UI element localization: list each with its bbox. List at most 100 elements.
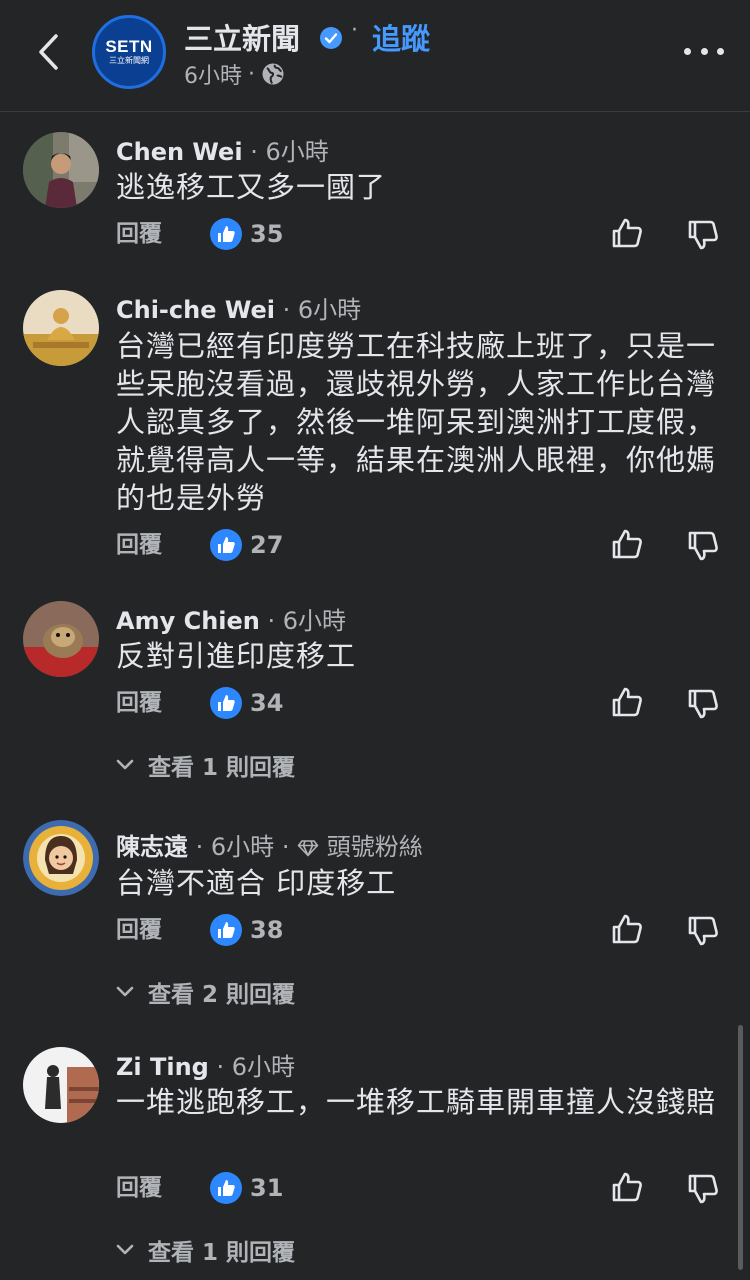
comment-author[interactable]: Amy Chien xyxy=(116,607,260,635)
like-count[interactable]: 31 xyxy=(210,1172,283,1204)
meta-separator: · xyxy=(216,1053,232,1081)
comment-actions: 回覆 27 xyxy=(116,527,730,563)
like-badge xyxy=(210,687,242,719)
comment-author-line: Chi-che Wei · 6小時 xyxy=(116,290,361,325)
globe-icon xyxy=(262,63,284,85)
like-badge xyxy=(210,914,242,946)
comment-actions: 回覆 35 xyxy=(116,216,730,252)
comment-text: 台灣已經有印度勞工在科技廠上班了，只是一些呆胞沒看過，還歧視外勞，人家工作比台灣… xyxy=(116,329,717,515)
comment-author-line: Zi Ting · 6小時 xyxy=(116,1047,295,1082)
more-dot xyxy=(700,47,708,55)
thumbs-down-icon[interactable] xyxy=(686,1172,720,1206)
reply-button[interactable]: 回覆 xyxy=(116,685,162,721)
comment-author-line: 陳志遠 · 6小時 · 頭號粉絲 xyxy=(116,827,423,862)
like-badge xyxy=(210,218,242,250)
avatar[interactable] xyxy=(23,820,99,896)
top-fan-badge: 頭號粉絲 xyxy=(326,833,423,861)
logo-subtext: 三立新聞網 xyxy=(109,56,149,65)
reply-button[interactable]: 回覆 xyxy=(116,912,162,948)
like-number: 35 xyxy=(250,220,284,248)
like-count[interactable]: 34 xyxy=(210,687,283,719)
separator-dot: · xyxy=(351,18,358,43)
like-number: 27 xyxy=(250,531,284,559)
more-options-button[interactable] xyxy=(684,38,724,64)
comment-actions: 回覆 31 xyxy=(116,1170,730,1206)
verified-badge-icon xyxy=(320,27,342,49)
meta-separator: · xyxy=(282,296,298,324)
more-dot xyxy=(717,47,724,55)
comment-author[interactable]: 陳志遠 xyxy=(116,833,188,861)
meta-separator: · xyxy=(281,833,298,861)
thumbs-up-icon[interactable] xyxy=(610,1170,644,1204)
comment-text: 一堆逃跑移工，一堆移工騎車開車撞人沒錢賠 xyxy=(116,1085,717,1119)
page-header: SETN 三立新聞網 三立新聞 · 追蹤 6小時 · xyxy=(0,0,750,112)
thumbs-up-icon[interactable] xyxy=(610,216,644,250)
avatar[interactable] xyxy=(23,1047,99,1123)
page-name[interactable]: 三立新聞 xyxy=(184,16,300,58)
avatar[interactable] xyxy=(23,601,99,677)
like-count[interactable]: 38 xyxy=(210,914,283,946)
avatar[interactable] xyxy=(23,132,99,208)
comment-actions: 回覆 34 xyxy=(116,685,730,721)
chevron-down-icon xyxy=(116,1244,134,1255)
follow-button[interactable]: 追蹤 xyxy=(372,16,430,58)
comment-time: 6小時 xyxy=(231,1053,296,1081)
like-number: 34 xyxy=(250,689,284,717)
like-badge xyxy=(210,529,242,561)
logo-text: SETN xyxy=(105,37,153,56)
view-replies-button[interactable]: 查看 1 則回覆 xyxy=(116,748,295,782)
comment-author[interactable]: Chen Wei xyxy=(116,138,243,166)
view-replies-label: 查看 1 則回覆 xyxy=(148,1240,296,1266)
reply-button[interactable]: 回覆 xyxy=(116,527,162,563)
thumbs-up-icon[interactable] xyxy=(610,912,644,946)
comment-author[interactable]: Chi-che Wei xyxy=(116,296,275,324)
thumbs-up-icon xyxy=(218,226,235,242)
comment-time: 6小時 xyxy=(210,833,275,861)
meta-separator: · xyxy=(195,833,211,861)
thumbs-down-icon[interactable] xyxy=(686,914,720,948)
chevron-down-icon xyxy=(116,986,134,997)
meta-separator: · xyxy=(248,61,255,87)
like-number: 38 xyxy=(250,916,284,944)
comment-text: 逃逸移工又多一國了 xyxy=(116,170,387,204)
view-replies-label: 查看 2 則回覆 xyxy=(148,982,296,1008)
thumbs-down-icon[interactable] xyxy=(686,529,720,563)
meta-separator: · xyxy=(250,138,266,166)
reply-button[interactable]: 回覆 xyxy=(116,1170,162,1206)
like-count[interactable]: 35 xyxy=(210,218,283,250)
back-button[interactable] xyxy=(28,30,68,74)
scrollbar[interactable] xyxy=(738,1025,743,1270)
chevron-left-icon xyxy=(39,34,58,70)
thumbs-down-icon[interactable] xyxy=(686,218,720,252)
like-count[interactable]: 27 xyxy=(210,529,283,561)
comment-text: 反對引進印度移工 xyxy=(116,639,357,673)
like-number: 31 xyxy=(250,1174,284,1202)
thumbs-up-icon xyxy=(218,1180,235,1196)
thumbs-up-icon xyxy=(218,695,235,711)
thumbs-up-icon[interactable] xyxy=(610,527,644,561)
comment-time: 6小時 xyxy=(265,138,329,166)
comment-author-line: Amy Chien · 6小時 xyxy=(116,601,346,636)
page-avatar[interactable]: SETN 三立新聞網 xyxy=(92,15,166,89)
view-replies-label: 查看 1 則回覆 xyxy=(148,755,296,781)
reply-button[interactable]: 回覆 xyxy=(116,216,162,252)
comment-time: 6小時 xyxy=(282,607,347,635)
view-replies-button[interactable]: 查看 2 則回覆 xyxy=(116,975,295,1009)
thumbs-down-icon[interactable] xyxy=(686,687,720,721)
comment-text: 台灣不適合 印度移工 xyxy=(116,866,397,900)
view-replies-button[interactable]: 查看 1 則回覆 xyxy=(116,1233,295,1267)
thumbs-up-icon[interactable] xyxy=(610,685,644,719)
comment-author[interactable]: Zi Ting xyxy=(116,1053,209,1081)
more-dot xyxy=(684,47,691,55)
chevron-down-icon xyxy=(116,759,134,770)
diamond-icon xyxy=(297,840,319,857)
thumbs-up-icon xyxy=(218,537,235,553)
thumbs-up-icon xyxy=(218,922,235,938)
meta-separator: · xyxy=(267,607,283,635)
comment-time: 6小時 xyxy=(297,296,362,324)
comment-author-line: Chen Wei · 6小時 xyxy=(116,132,329,167)
comment-actions: 回覆 38 xyxy=(116,912,730,948)
post-meta: 6小時 · xyxy=(184,58,285,90)
avatar[interactable] xyxy=(23,290,99,366)
post-time: 6小時 xyxy=(184,64,242,89)
